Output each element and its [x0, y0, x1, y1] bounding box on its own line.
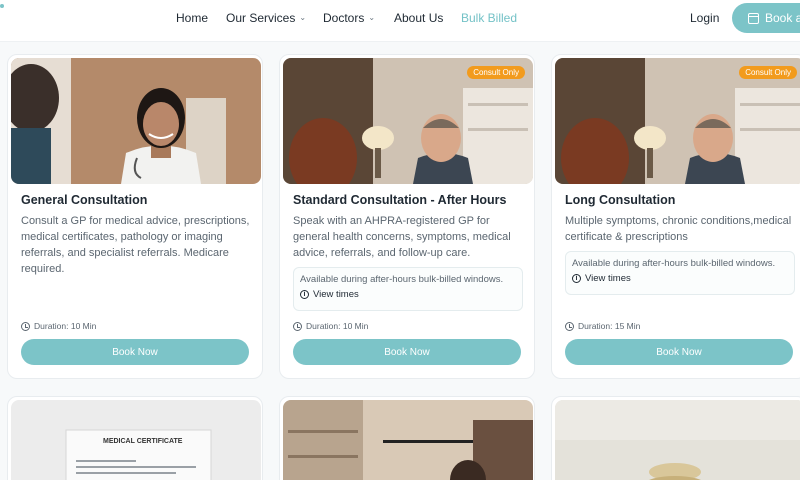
availability-box: Available during after-hours bulk-billed…	[565, 251, 795, 295]
view-times-label: View times	[313, 289, 359, 300]
service-card-general: General Consultation Consult a GP for me…	[7, 54, 263, 379]
book-now-button[interactable]: Book Now	[293, 339, 521, 365]
nav-our-services-label: Our Services	[226, 11, 296, 25]
card-title: Standard Consultation - After Hours	[293, 193, 507, 207]
info-icon: i	[572, 274, 581, 283]
medical-certificate-photo: MEDICAL CERTIFICATE	[11, 400, 261, 480]
book-now-button[interactable]: Book Now	[21, 339, 249, 365]
view-times-link[interactable]: i View times	[572, 273, 788, 284]
login-link[interactable]: Login	[690, 11, 719, 25]
doctor-photo: Consult Only	[555, 58, 800, 184]
chevron-down-icon: ⌄	[299, 13, 307, 22]
certificate-heading: MEDICAL CERTIFICATE	[103, 438, 183, 445]
book-appointment-button[interactable]: Book an	[732, 3, 800, 33]
clock-icon	[565, 321, 574, 331]
duration: Duration: 10 Min	[293, 321, 368, 331]
duration-label: Duration: 10 Min	[34, 321, 97, 331]
availability-box: Available during after-hours bulk-billed…	[293, 267, 523, 311]
nav-about-us-label: About Us	[394, 11, 444, 25]
service-card-certificate: MEDICAL CERTIFICATE	[7, 396, 263, 480]
main-nav: Home Our Services ⌄ Doctors ⌄ About Us Bul…	[0, 11, 800, 31]
doctor-photo: Consult Only	[283, 58, 533, 184]
nav-doctors[interactable]: Doctors ⌄	[323, 11, 375, 25]
info-icon: i	[300, 290, 309, 299]
clinic-photo	[283, 400, 533, 480]
nav-our-services[interactable]: Our Services ⌄	[226, 11, 306, 25]
nav-bulk-billed[interactable]: Bulk Billed	[461, 11, 517, 25]
card-description: Consult a GP for medical advice, prescri…	[21, 215, 250, 275]
duration-label: Duration: 15 Min	[578, 321, 641, 331]
card-description: Speak with an AHPRA-registered GP for ge…	[293, 215, 511, 259]
service-card-long: Consult Only Long Consultation Multiple …	[551, 54, 800, 379]
duration: Duration: 15 Min	[565, 321, 640, 331]
corner-dot	[0, 4, 4, 8]
duration-label: Duration: 10 Min	[306, 321, 369, 331]
availability-text: Available during after-hours bulk-billed…	[300, 274, 504, 285]
service-card-clinic	[279, 396, 535, 480]
consult-only-badge: Consult Only	[739, 66, 797, 79]
clock-icon	[293, 321, 302, 331]
card-description: Multiple symptoms, chronic conditions,me…	[565, 215, 792, 243]
book-now-button[interactable]: Book Now	[565, 339, 793, 365]
chevron-down-icon: ⌄	[368, 13, 376, 22]
nav-doctors-label: Doctors	[323, 11, 365, 25]
nav-home[interactable]: Home	[176, 11, 208, 25]
site-header: Home Our Services ⌄ Doctors ⌄ About Us Bul…	[0, 0, 800, 42]
service-card-pills	[551, 396, 800, 480]
nav-home-label: Home	[176, 11, 209, 25]
nav-bulk-billed-label: Bulk Billed	[461, 11, 518, 25]
service-card-standard-after-hours: Consult Only Standard Consultation - Aft…	[279, 54, 535, 379]
doctor-photo	[11, 58, 261, 184]
clock-icon	[21, 321, 30, 331]
medication-photo	[555, 400, 800, 480]
card-title: General Consultation	[21, 193, 148, 207]
card-title: Long Consultation	[565, 193, 676, 207]
book-appointment-label: Book an	[765, 11, 800, 25]
view-times-label: View times	[585, 273, 631, 284]
nav-about-us[interactable]: About Us	[394, 11, 443, 25]
view-times-link[interactable]: i View times	[300, 289, 516, 300]
duration: Duration: 10 Min	[21, 321, 96, 331]
consult-only-badge: Consult Only	[467, 66, 525, 79]
calendar-icon	[748, 12, 759, 24]
availability-text: Available during after-hours bulk-billed…	[572, 258, 776, 269]
